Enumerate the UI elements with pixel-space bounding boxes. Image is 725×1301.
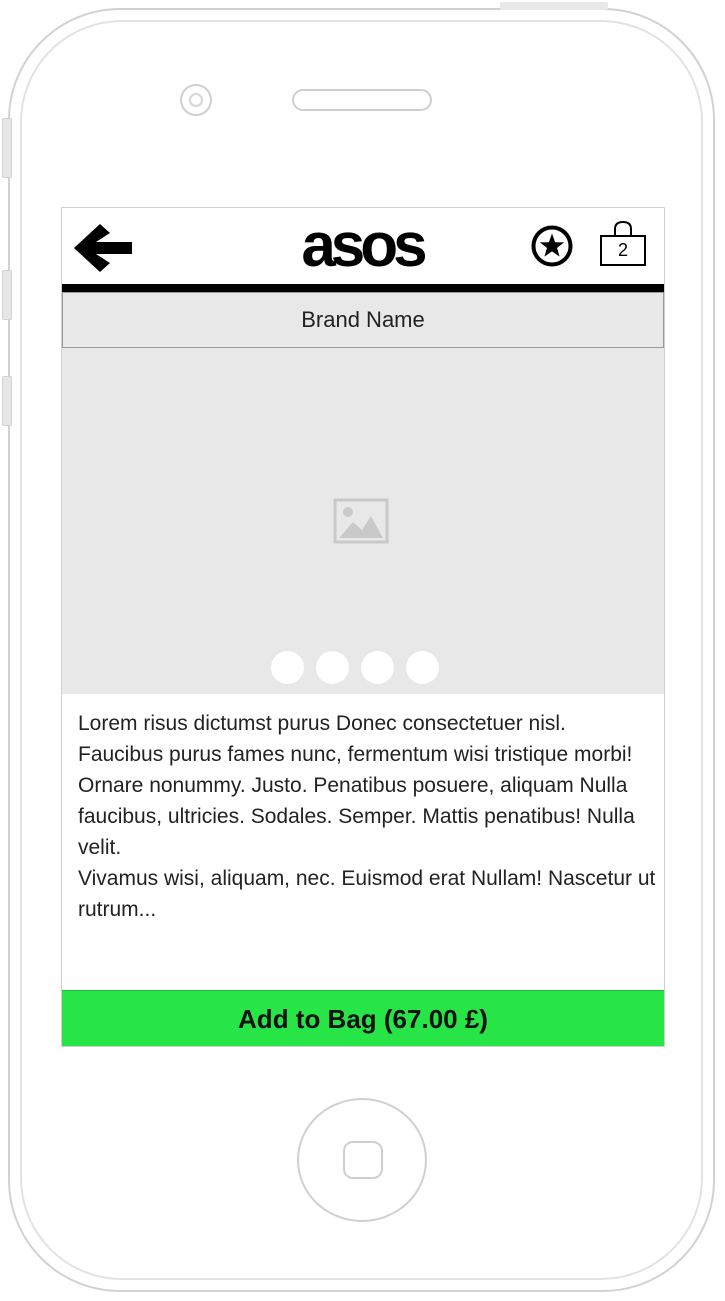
favorite-button[interactable] <box>530 224 574 268</box>
app-screen: asos 2 Brand Name Lorem risus dictumst p… <box>61 207 665 1047</box>
product-description: Lorem risus dictumst purus Donec consect… <box>78 712 656 921</box>
carousel-dot[interactable] <box>361 651 394 684</box>
carousel-indicators <box>271 651 439 685</box>
mute-switch <box>2 118 12 178</box>
add-to-bag-button[interactable]: Add to Bag (67.00 £) <box>62 990 664 1046</box>
volume-down-button <box>2 376 12 426</box>
earpiece-speaker <box>292 89 432 111</box>
power-button <box>500 2 608 10</box>
volume-up-button <box>2 270 12 320</box>
home-square-icon <box>343 1141 383 1179</box>
carousel-dot[interactable] <box>271 651 304 684</box>
back-button[interactable] <box>70 220 136 276</box>
front-camera <box>180 84 212 116</box>
product-image-carousel[interactable] <box>62 348 664 694</box>
shopping-bag-button[interactable]: 2 <box>596 220 650 270</box>
image-placeholder-icon <box>333 498 389 544</box>
star-circle-icon <box>531 225 573 267</box>
header-divider <box>62 284 664 292</box>
carousel-dot[interactable] <box>316 651 349 684</box>
asos-logo[interactable]: asos <box>272 214 452 278</box>
arrow-left-icon <box>74 224 132 272</box>
carousel-dot[interactable] <box>406 651 439 684</box>
home-button[interactable] <box>297 1098 427 1222</box>
bag-count-badge: 2 <box>617 240 628 260</box>
app-header: asos 2 <box>62 208 664 284</box>
brand-name[interactable]: Brand Name <box>62 292 664 348</box>
